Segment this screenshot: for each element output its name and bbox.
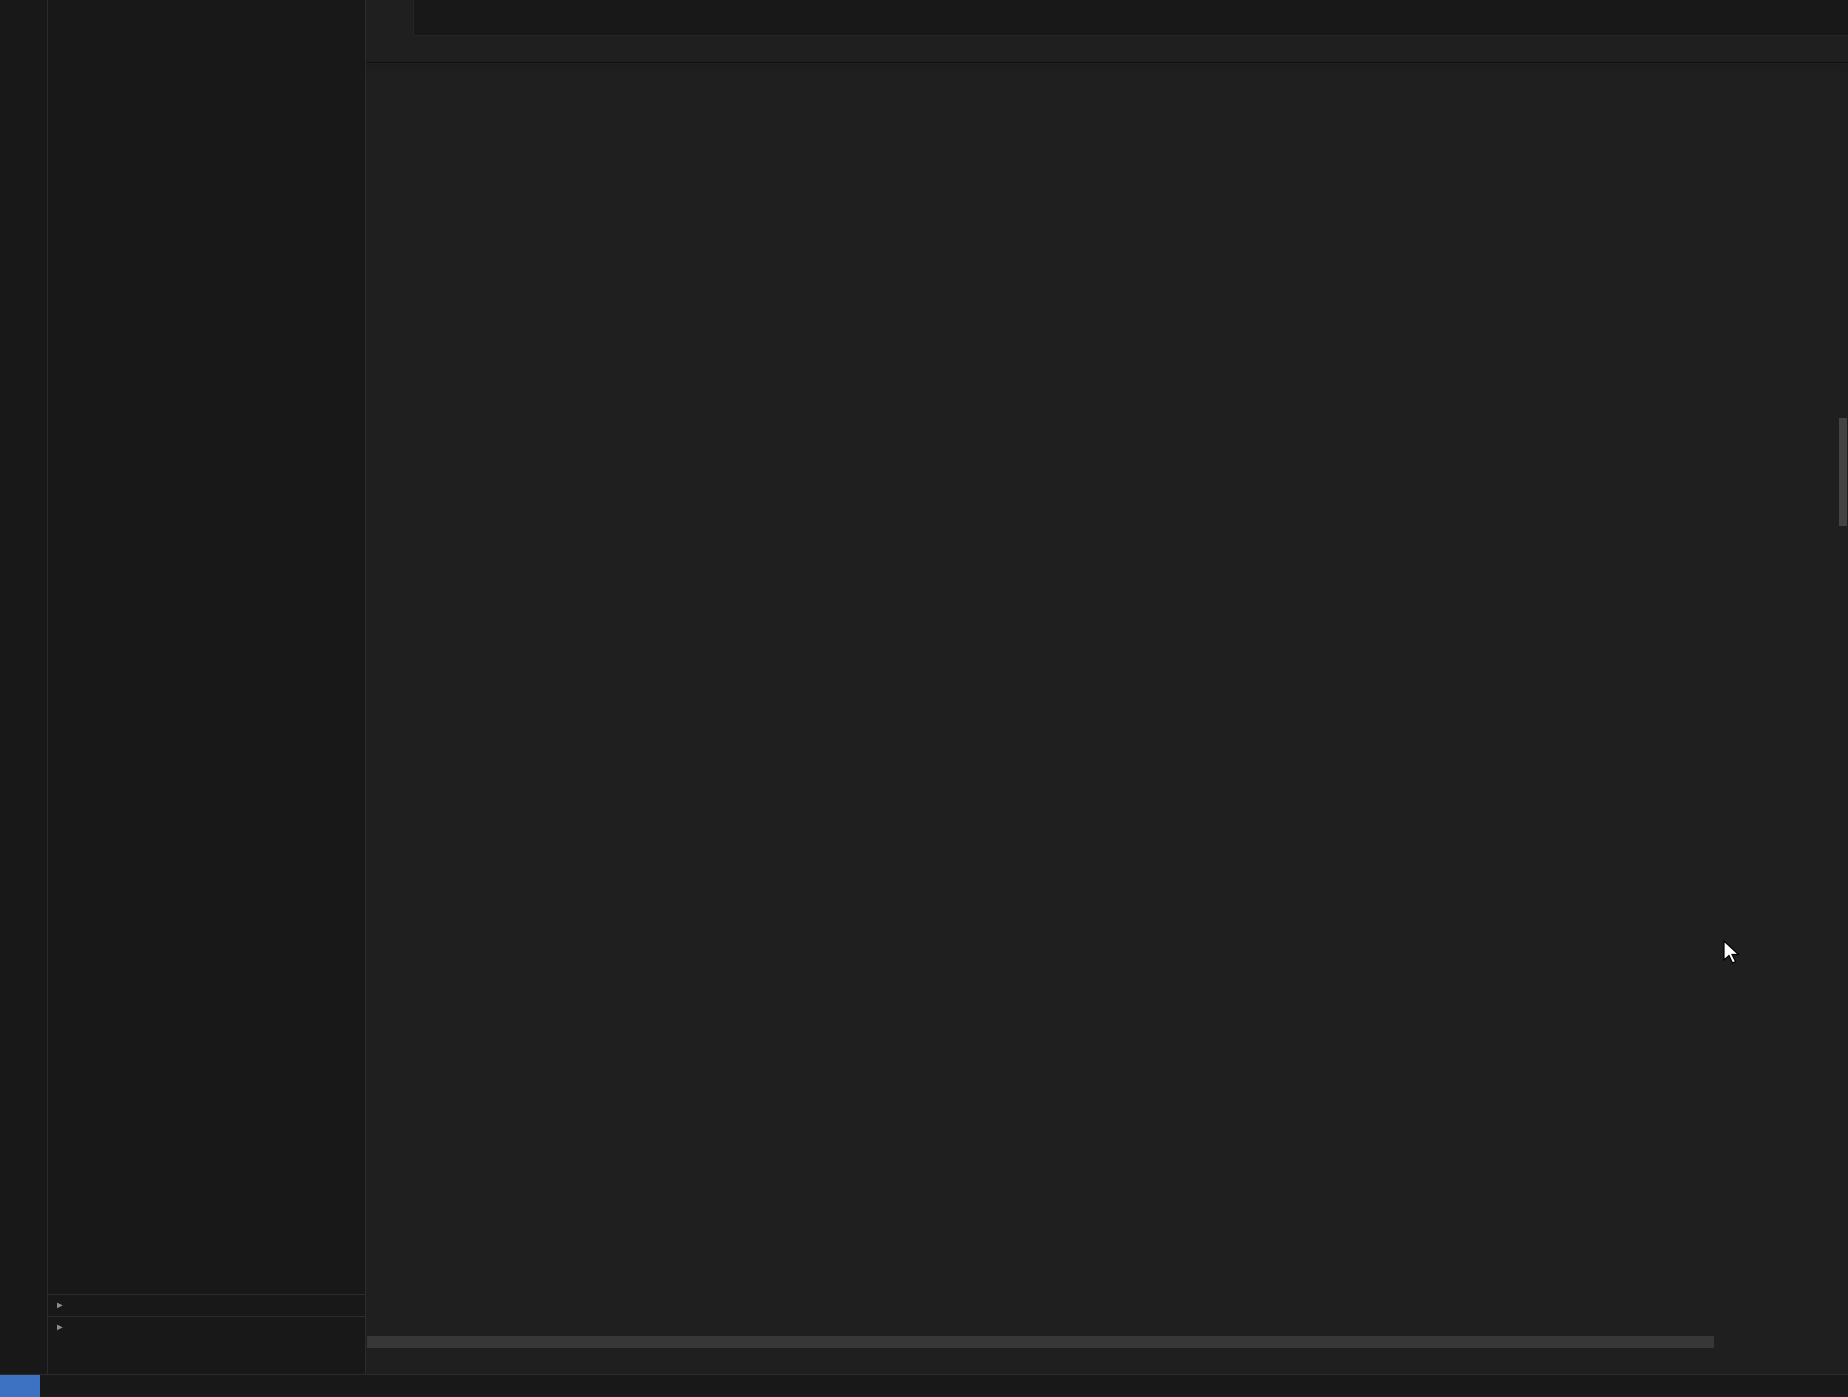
vertical-scrollbar[interactable] (1838, 0, 1848, 1374)
breadcrumb (367, 36, 1848, 62)
activity-bar (0, 0, 48, 1374)
vscode-window: ▸ ▸ (0, 0, 1848, 1396)
tab-bar (367, 0, 1848, 36)
outline-section[interactable]: ▸ (48, 1294, 365, 1316)
explorer-sidebar: ▸ ▸ (48, 0, 366, 1374)
code-area[interactable] (367, 62, 1848, 1374)
sticky-scroll[interactable] (367, 62, 1848, 63)
minimap[interactable] (1714, 55, 1838, 1374)
editor-group (367, 0, 1848, 1374)
tab-catalog-template-yaml[interactable] (367, 0, 414, 36)
remote-indicator[interactable] (0, 1375, 40, 1397)
chevron-right-icon: ▸ (52, 1300, 68, 1311)
horizontal-scrollbar[interactable] (367, 1336, 1714, 1348)
chevron-right-icon: ▸ (52, 1322, 68, 1333)
timeline-section[interactable]: ▸ (48, 1316, 365, 1338)
sidebar-header (48, 0, 365, 34)
status-bar (0, 1374, 1848, 1396)
